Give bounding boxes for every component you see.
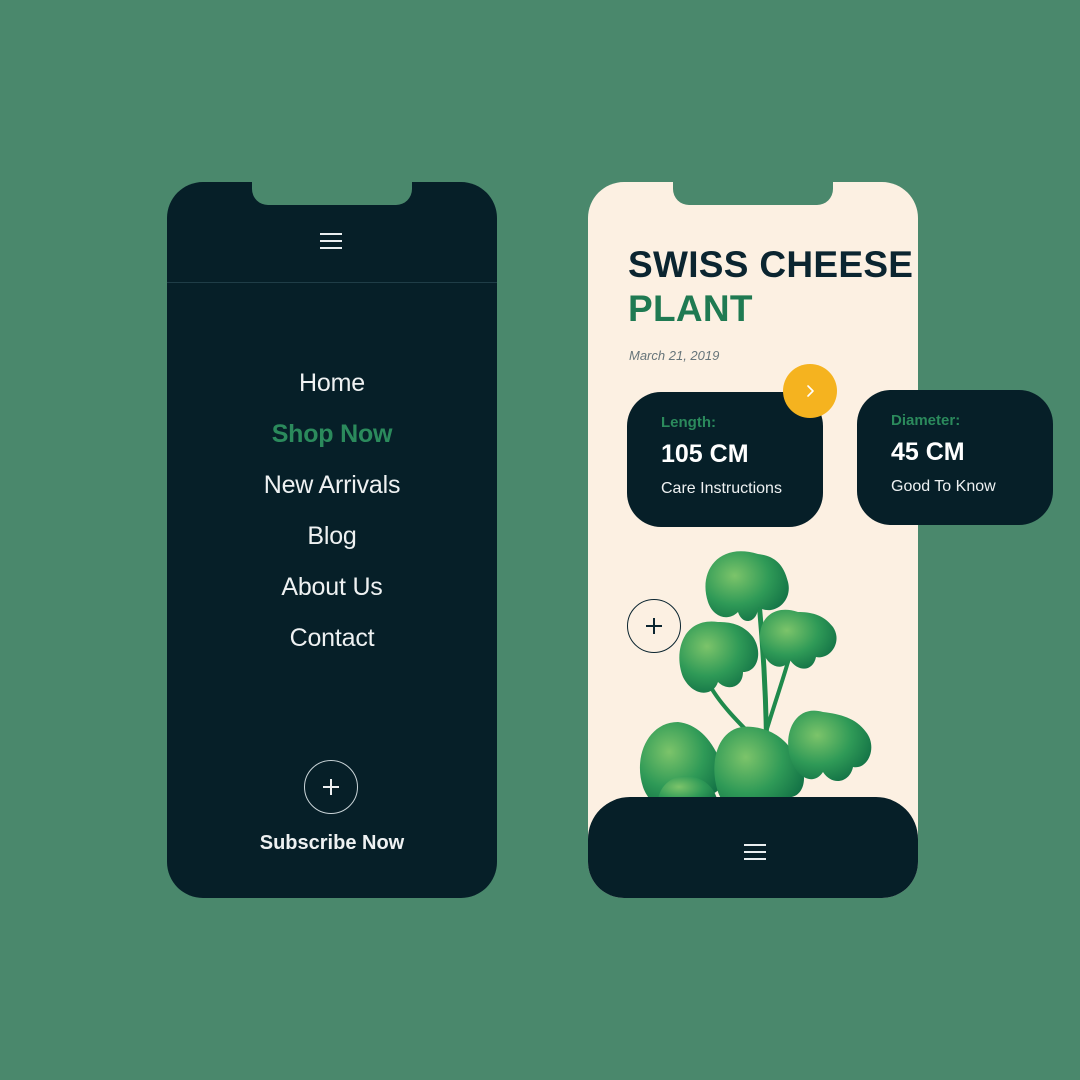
length-label: Length: xyxy=(661,414,716,431)
menu-item-home[interactable]: Home xyxy=(167,358,497,409)
main-menu: Home Shop Now New Arrivals Blog About Us… xyxy=(167,358,497,664)
chevron-right-icon xyxy=(807,385,814,397)
menu-item-shop-now[interactable]: Shop Now xyxy=(167,409,497,460)
menu-item-about-us[interactable]: About Us xyxy=(167,562,497,613)
diameter-card[interactable]: Diameter: 45 CM Good To Know xyxy=(857,390,1053,525)
header-divider xyxy=(167,282,497,283)
menu-item-new-arrivals[interactable]: New Arrivals xyxy=(167,460,497,511)
length-value: 105 CM xyxy=(661,440,749,468)
menu-phone-screen: Home Shop Now New Arrivals Blog About Us… xyxy=(167,182,497,898)
product-date: March 21, 2019 xyxy=(629,348,720,363)
diameter-value: 45 CM xyxy=(891,438,965,466)
product-title: SWISS CHEESE xyxy=(628,244,914,285)
diameter-label: Diameter: xyxy=(891,412,961,429)
subscribe-plus-button[interactable] xyxy=(304,760,358,814)
hamburger-menu-icon[interactable] xyxy=(320,232,344,250)
hamburger-menu-icon[interactable] xyxy=(744,843,768,861)
product-title-highlight: PLANT xyxy=(628,288,753,329)
phone-notch xyxy=(252,182,412,205)
menu-item-contact[interactable]: Contact xyxy=(167,613,497,664)
product-phone-screen: SWISS CHEESE PLANT March 21, 2019 xyxy=(588,182,918,898)
good-to-know-link[interactable]: Good To Know xyxy=(891,478,1053,496)
subscribe-now-link[interactable]: Subscribe Now xyxy=(167,832,497,855)
menu-item-blog[interactable]: Blog xyxy=(167,511,497,562)
phone-notch xyxy=(673,182,833,205)
care-instructions-link[interactable]: Care Instructions xyxy=(661,480,823,498)
plus-icon xyxy=(323,779,339,795)
next-arrow-button[interactable] xyxy=(783,364,837,418)
monstera-plant-illustration xyxy=(639,551,872,823)
